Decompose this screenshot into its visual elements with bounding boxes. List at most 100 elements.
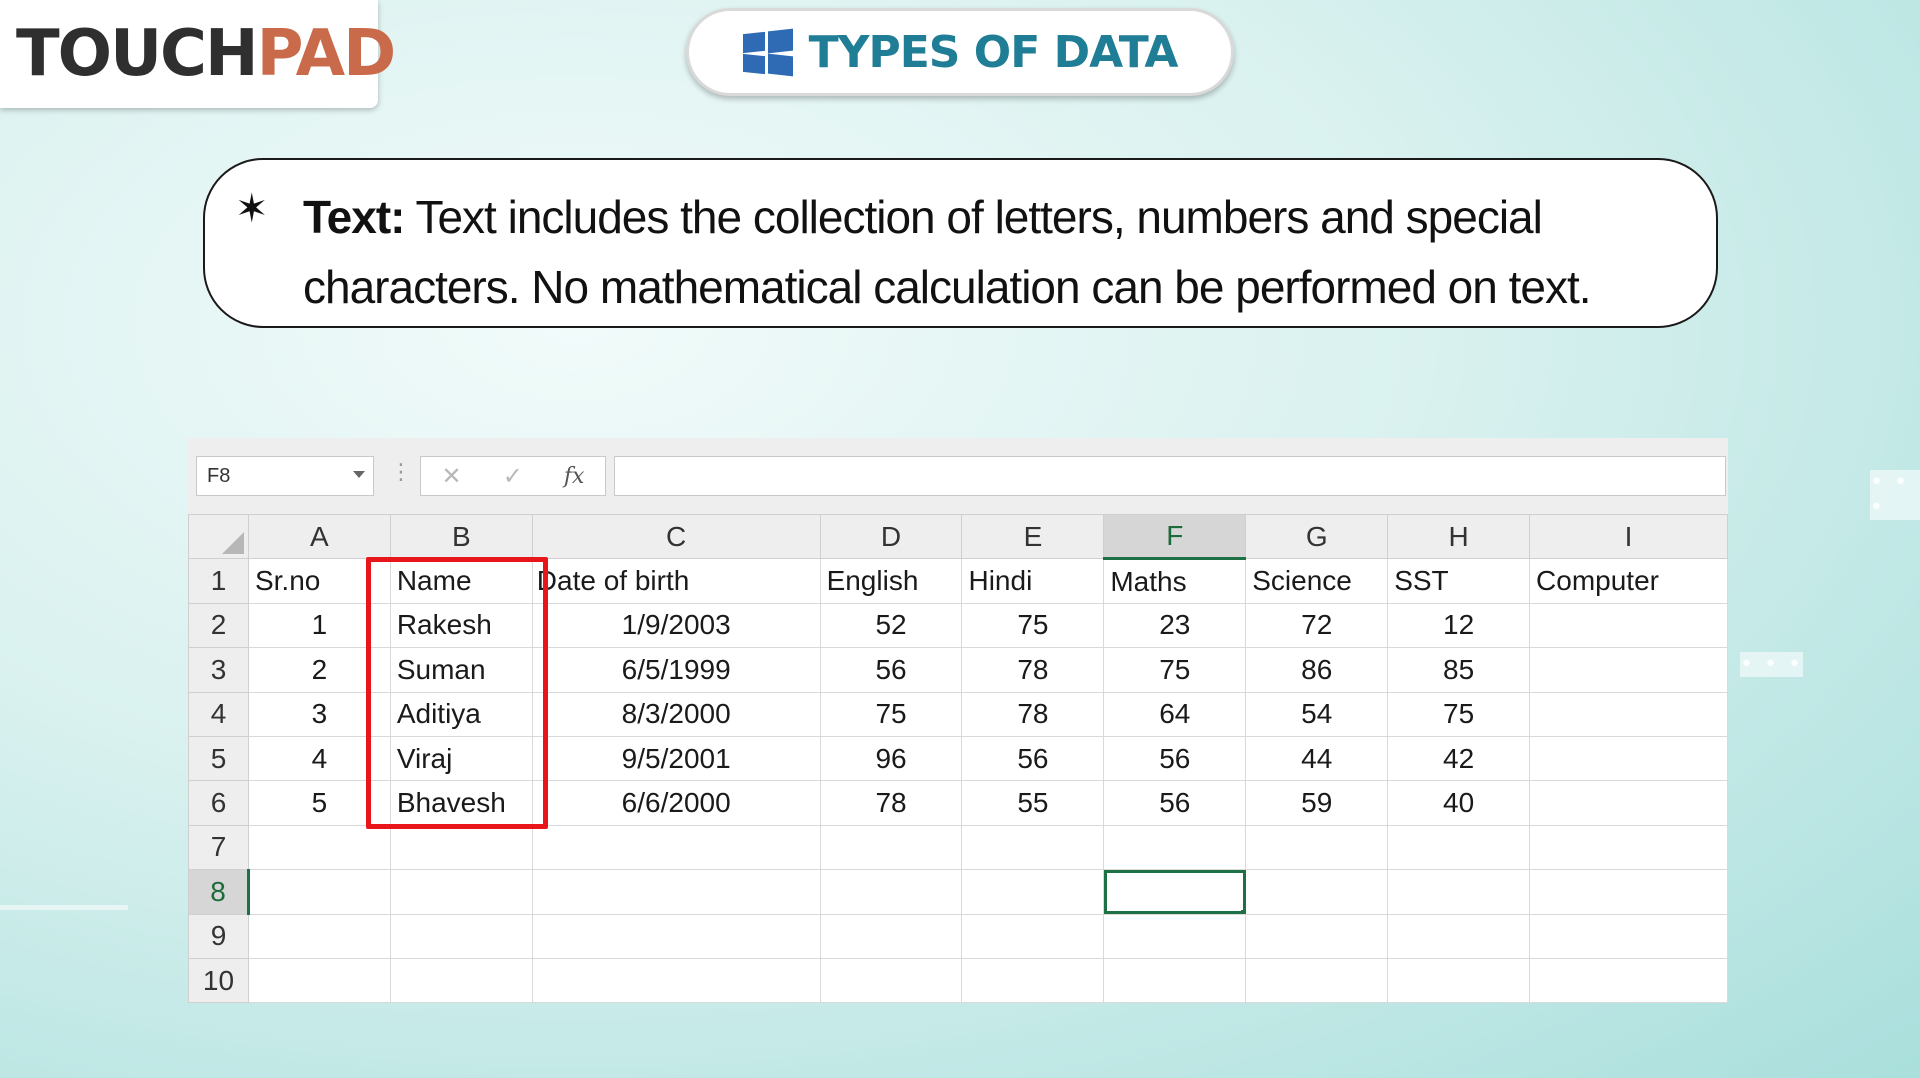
row-header[interactable]: 1 xyxy=(188,558,249,604)
cell-d6[interactable]: 78 xyxy=(819,780,963,826)
cell-i4[interactable] xyxy=(1529,691,1728,737)
cell-a9[interactable] xyxy=(247,913,391,959)
cell-e3[interactable]: 78 xyxy=(961,647,1105,693)
cell-b1[interactable]: Name xyxy=(389,558,533,604)
column-header-c[interactable]: C xyxy=(531,513,821,560)
column-header-b[interactable]: B xyxy=(389,513,533,560)
cell-c6[interactable]: 6/6/2000 xyxy=(531,780,821,826)
cell-c10[interactable] xyxy=(531,957,821,1004)
cell-e5[interactable]: 56 xyxy=(961,735,1105,782)
cell-b10[interactable] xyxy=(389,957,533,1004)
cell-g3[interactable]: 86 xyxy=(1245,647,1389,693)
cell-d8[interactable] xyxy=(819,869,963,915)
cell-e7[interactable] xyxy=(961,824,1105,871)
cell-b2[interactable]: Rakesh xyxy=(389,602,533,649)
cell-e4[interactable]: 78 xyxy=(961,691,1105,737)
cell-e10[interactable] xyxy=(961,957,1105,1004)
cell-d7[interactable] xyxy=(819,824,963,871)
cell-a5[interactable]: 4 xyxy=(247,735,391,782)
row-header[interactable]: 7 xyxy=(188,824,249,871)
cell-d1[interactable]: English xyxy=(819,558,963,604)
cell-e8[interactable] xyxy=(961,869,1105,915)
cell-b5[interactable]: Viraj xyxy=(389,735,533,782)
cell-e2[interactable]: 75 xyxy=(961,602,1105,649)
cell-c3[interactable]: 6/5/1999 xyxy=(531,647,821,693)
cancel-icon[interactable]: ✕ xyxy=(442,462,462,490)
row-header[interactable]: 6 xyxy=(188,780,249,826)
cell-a1[interactable]: Sr.no xyxy=(247,558,391,604)
cell-h9[interactable] xyxy=(1387,913,1531,959)
column-header-e[interactable]: E xyxy=(961,513,1105,560)
cell-g5[interactable]: 44 xyxy=(1245,735,1389,782)
cell-a2[interactable]: 1 xyxy=(247,602,391,649)
cell-b3[interactable]: Suman xyxy=(389,647,533,693)
column-header-i[interactable]: I xyxy=(1529,513,1728,560)
cell-i8[interactable] xyxy=(1529,869,1728,915)
cell-g8[interactable] xyxy=(1245,869,1389,915)
column-header-f[interactable]: F xyxy=(1103,513,1247,561)
column-header-d[interactable]: D xyxy=(819,513,963,560)
cell-i2[interactable] xyxy=(1529,602,1728,649)
cell-d10[interactable] xyxy=(819,957,963,1004)
cell-b9[interactable] xyxy=(389,913,533,959)
cell-f5[interactable]: 56 xyxy=(1103,735,1247,782)
cell-g9[interactable] xyxy=(1245,913,1389,959)
cell-e9[interactable] xyxy=(961,913,1105,959)
row-header[interactable]: 3 xyxy=(188,647,249,693)
cell-g1[interactable]: Science xyxy=(1245,558,1389,604)
name-box[interactable]: F8 xyxy=(196,456,374,496)
cell-c4[interactable]: 8/3/2000 xyxy=(531,691,821,737)
cell-a7[interactable] xyxy=(247,824,391,871)
select-all-corner[interactable] xyxy=(188,513,249,560)
row-header[interactable]: 10 xyxy=(188,957,249,1004)
cell-c7[interactable] xyxy=(531,824,821,871)
cell-a6[interactable]: 5 xyxy=(247,780,391,826)
cell-i3[interactable] xyxy=(1529,647,1728,693)
cell-g4[interactable]: 54 xyxy=(1245,691,1389,737)
row-header[interactable]: 4 xyxy=(188,691,249,737)
cell-f2[interactable]: 23 xyxy=(1103,602,1247,649)
cell-h6[interactable]: 40 xyxy=(1387,780,1531,826)
cell-d5[interactable]: 96 xyxy=(819,735,963,782)
cell-g7[interactable] xyxy=(1245,824,1389,871)
cell-i6[interactable] xyxy=(1529,780,1728,826)
cell-h1[interactable]: SST xyxy=(1387,558,1531,604)
cell-h7[interactable] xyxy=(1387,824,1531,871)
cell-f10[interactable] xyxy=(1103,957,1247,1004)
cell-i5[interactable] xyxy=(1529,735,1728,782)
cell-e1[interactable]: Hindi xyxy=(961,558,1105,604)
cell-e6[interactable]: 55 xyxy=(961,780,1105,826)
cell-b6[interactable]: Bhavesh xyxy=(389,780,533,826)
cell-g10[interactable] xyxy=(1245,957,1389,1004)
cell-i9[interactable] xyxy=(1529,913,1728,959)
row-header[interactable]: 8 xyxy=(188,869,250,915)
cell-c8[interactable] xyxy=(531,869,821,915)
cell-d9[interactable] xyxy=(819,913,963,959)
cell-b7[interactable] xyxy=(389,824,533,871)
cell-h8[interactable] xyxy=(1387,869,1531,915)
row-header[interactable]: 2 xyxy=(188,602,249,649)
cell-b4[interactable]: Aditiya xyxy=(389,691,533,737)
row-header[interactable]: 5 xyxy=(188,735,249,782)
cell-a4[interactable]: 3 xyxy=(247,691,391,737)
column-header-g[interactable]: G xyxy=(1245,513,1389,560)
column-header-h[interactable]: H xyxy=(1387,513,1531,560)
cell-g2[interactable]: 72 xyxy=(1245,602,1389,649)
cell-i1[interactable]: Computer xyxy=(1529,558,1728,604)
cell-d4[interactable]: 75 xyxy=(819,691,963,737)
cell-a10[interactable] xyxy=(247,957,391,1004)
cell-h3[interactable]: 85 xyxy=(1387,647,1531,693)
cell-h4[interactable]: 75 xyxy=(1387,691,1531,737)
cell-c5[interactable]: 9/5/2001 xyxy=(531,735,821,782)
cell-f9[interactable] xyxy=(1103,913,1247,959)
column-header-a[interactable]: A xyxy=(247,513,391,560)
cell-h2[interactable]: 12 xyxy=(1387,602,1531,649)
cell-h5[interactable]: 42 xyxy=(1387,735,1531,782)
cell-f4[interactable]: 64 xyxy=(1103,691,1247,737)
enter-icon[interactable]: ✓ xyxy=(503,462,523,490)
cell-c9[interactable] xyxy=(531,913,821,959)
cell-d3[interactable]: 56 xyxy=(819,647,963,693)
cell-h10[interactable] xyxy=(1387,957,1531,1004)
cell-i7[interactable] xyxy=(1529,824,1728,871)
cell-c1[interactable]: Date of birth xyxy=(531,558,821,604)
